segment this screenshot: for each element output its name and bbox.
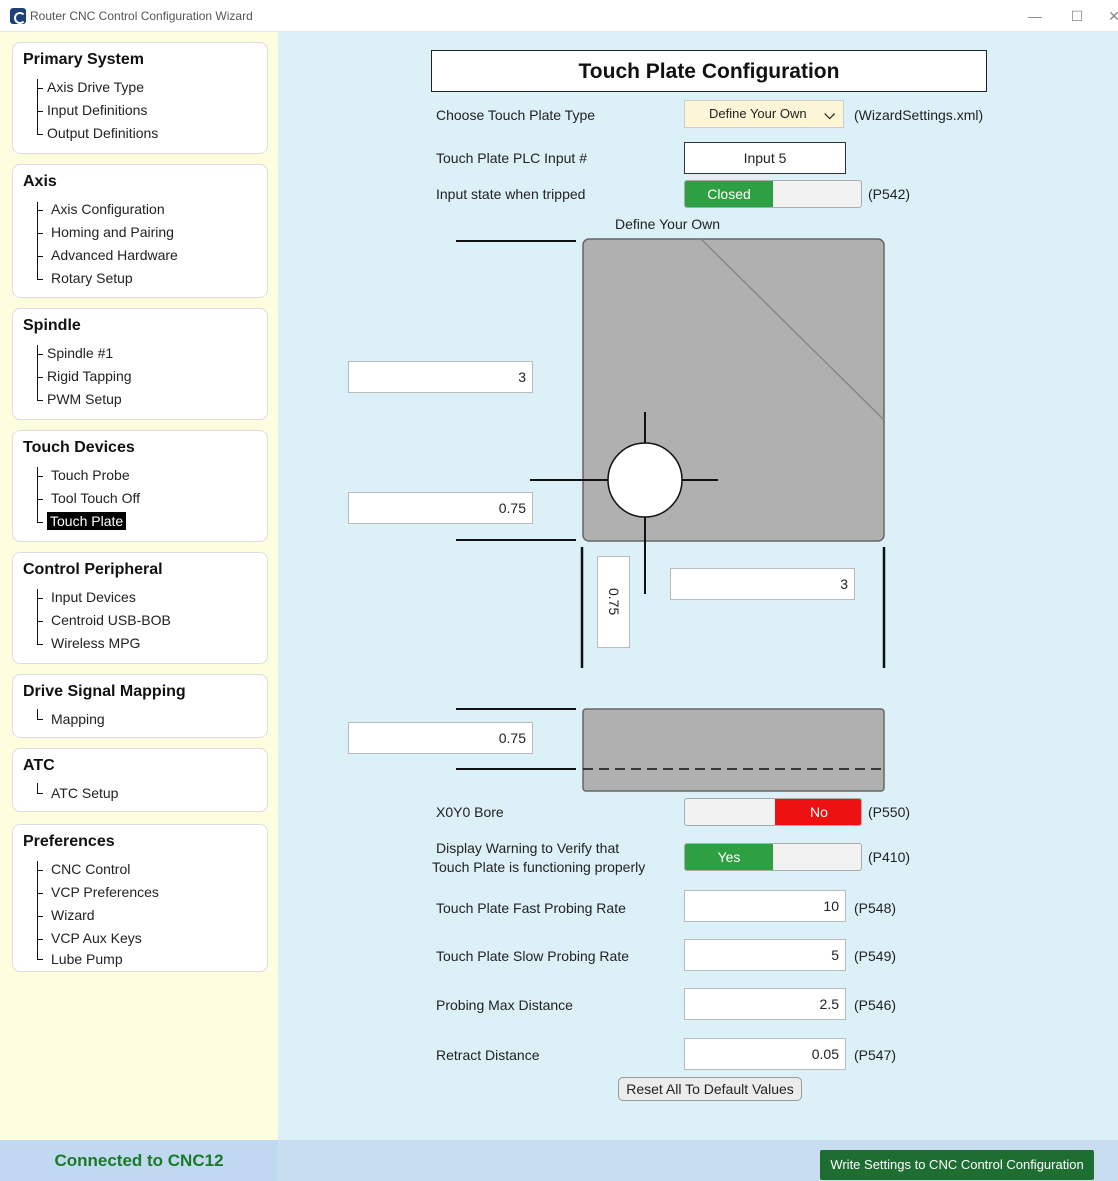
group-primary-system: Primary System Axis Drive Type Input Def…: [12, 42, 268, 154]
warning-label-line1: Display Warning to Verify that: [436, 840, 620, 856]
group-preferences: Preferences CNC Control VCP Preferences …: [12, 824, 268, 972]
plate-side-view: [582, 708, 885, 792]
sidebar-item-input-definitions[interactable]: Input Definitions: [47, 102, 147, 118]
sidebar-item-advanced-hardware[interactable]: Advanced Hardware: [51, 247, 178, 263]
hole-offset-x-value: 0.75: [606, 588, 622, 616]
warning-label-line2: Touch Plate is functioning properly: [432, 859, 646, 875]
sidebar-item-axis-configuration[interactable]: Axis Configuration: [51, 201, 165, 217]
group-axis: Axis Axis Configuration Homing and Pairi…: [12, 164, 268, 298]
plate-thickness-field[interactable]: 0.75: [348, 722, 533, 754]
sidebar-item-input-devices[interactable]: Input Devices: [51, 589, 136, 605]
sidebar-item-rigid-tapping[interactable]: Rigid Tapping: [47, 368, 132, 384]
slow-rate-field[interactable]: 5: [684, 939, 846, 971]
sidebar-item-axis-drive-type[interactable]: Axis Drive Type: [47, 79, 144, 95]
fast-rate-field[interactable]: 10: [684, 890, 846, 922]
retract-label: Retract Distance: [436, 1047, 540, 1063]
group-atc: ATC ATC Setup: [12, 748, 268, 812]
sidebar-item-atc-setup[interactable]: ATC Setup: [51, 785, 118, 801]
plate-width-field[interactable]: 3: [670, 568, 855, 600]
minimize-button[interactable]: —: [1025, 6, 1045, 26]
sidebar-item-tool-touch-off[interactable]: Tool Touch Off: [51, 490, 140, 506]
sidebar-item-rotary-setup[interactable]: Rotary Setup: [51, 270, 133, 286]
fast-rate-param: (P548): [854, 900, 897, 916]
slow-rate-label: Touch Plate Slow Probing Rate: [436, 948, 629, 964]
maximize-button[interactable]: ☐: [1067, 6, 1087, 26]
group-title: Touch Devices: [23, 439, 135, 456]
max-distance-param: (P546): [854, 997, 897, 1013]
group-touch-devices: Touch Devices Touch Probe Tool Touch Off…: [12, 430, 268, 542]
write-settings-button[interactable]: Write Settings to CNC Control Configurat…: [820, 1150, 1094, 1180]
sidebar-item-cnc-control[interactable]: CNC Control: [51, 861, 130, 877]
bore-label: X0Y0 Bore: [436, 804, 504, 820]
sidebar-item-output-definitions[interactable]: Output Definitions: [47, 125, 158, 141]
group-spindle: Spindle Spindle #1 Rigid Tapping PWM Set…: [12, 308, 268, 420]
sidebar: Primary System Axis Drive Type Input Def…: [0, 32, 278, 1140]
retract-param: (P547): [854, 1047, 897, 1063]
group-title: Control Peripheral: [23, 561, 163, 578]
sidebar-item-vcp-aux-keys[interactable]: VCP Aux Keys: [51, 930, 142, 946]
sidebar-item-touch-plate[interactable]: Touch Plate: [47, 512, 127, 530]
bore-hole-circle: [607, 442, 683, 518]
fast-rate-label: Touch Plate Fast Probing Rate: [436, 900, 626, 916]
group-title: Drive Signal Mapping: [23, 683, 186, 700]
app-logo-icon: [10, 8, 26, 24]
title-bar: Router CNC Control Configuration Wizard …: [0, 0, 1118, 32]
group-title: ATC: [23, 757, 55, 774]
plate-height-field[interactable]: 3: [348, 361, 533, 393]
status-bar: Connected to CNC12 Write Settings to CNC…: [0, 1140, 1118, 1181]
warning-toggle[interactable]: Yes: [684, 843, 862, 871]
sidebar-item-homing-and-pairing[interactable]: Homing and Pairing: [51, 224, 174, 240]
reset-defaults-button[interactable]: Reset All To Default Values: [618, 1077, 802, 1101]
bore-value: No: [775, 799, 861, 825]
main-panel: Touch Plate Configuration Choose Touch P…: [278, 32, 1118, 1140]
hole-offset-y-field[interactable]: 0.75: [348, 492, 533, 524]
connection-status: Connected to CNC12: [0, 1140, 278, 1181]
retract-field[interactable]: 0.05: [684, 1038, 846, 1070]
group-title: Axis: [23, 173, 57, 190]
max-distance-field[interactable]: 2.5: [684, 988, 846, 1020]
max-distance-label: Probing Max Distance: [436, 997, 573, 1013]
group-control-peripheral: Control Peripheral Input Devices Centroi…: [12, 552, 268, 664]
sidebar-item-pwm-setup[interactable]: PWM Setup: [47, 391, 122, 407]
group-title: Preferences: [23, 833, 115, 850]
touch-plate-diagram: [456, 238, 886, 792]
sidebar-item-centroid-usb-bob[interactable]: Centroid USB-BOB: [51, 612, 171, 628]
sidebar-item-touch-probe[interactable]: Touch Probe: [51, 467, 130, 483]
hole-offset-x-field[interactable]: 0.75: [597, 556, 630, 648]
group-drive-signal-mapping: Drive Signal Mapping Mapping: [12, 674, 268, 738]
group-title: Primary System: [23, 51, 144, 68]
group-title: Spindle: [23, 317, 81, 334]
bore-param: (P550): [868, 804, 911, 820]
sidebar-item-spindle-1[interactable]: Spindle #1: [47, 345, 113, 361]
sidebar-item-lube-pump[interactable]: Lube Pump: [51, 951, 123, 967]
sidebar-item-wireless-mpg[interactable]: Wireless MPG: [51, 635, 140, 651]
warning-value: Yes: [685, 844, 773, 870]
sidebar-item-vcp-preferences[interactable]: VCP Preferences: [51, 884, 159, 900]
bore-toggle[interactable]: No: [684, 798, 862, 826]
warning-param: (P410): [868, 849, 911, 865]
close-button[interactable]: ✕: [1104, 6, 1118, 26]
sidebar-item-mapping[interactable]: Mapping: [51, 711, 105, 727]
slow-rate-param: (P549): [854, 948, 897, 964]
window-title: Router CNC Control Configuration Wizard: [30, 9, 253, 23]
sidebar-item-wizard[interactable]: Wizard: [51, 907, 95, 923]
